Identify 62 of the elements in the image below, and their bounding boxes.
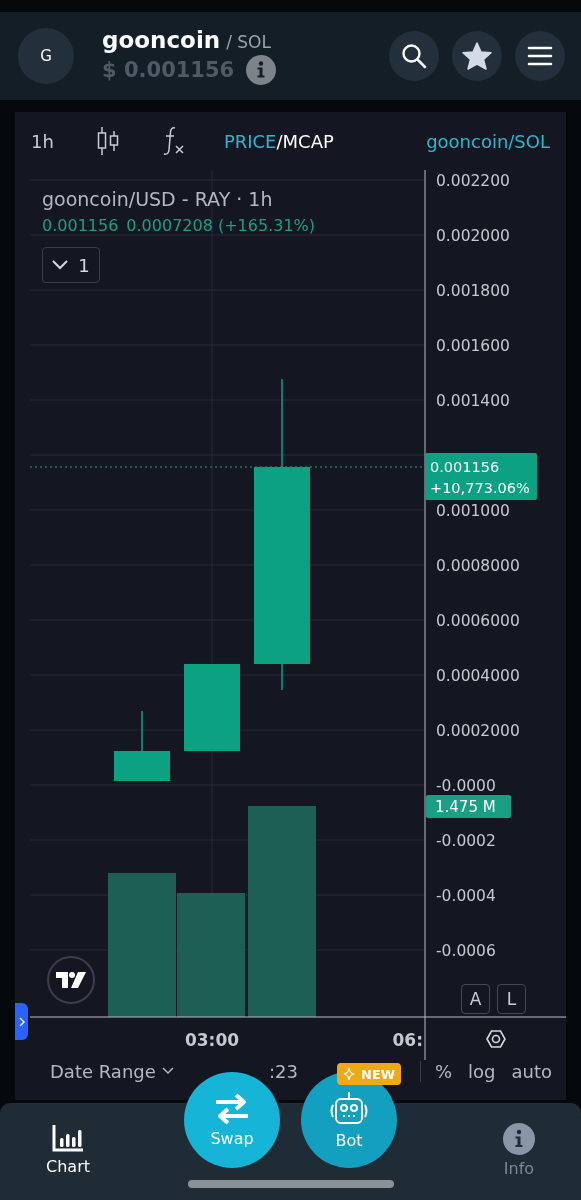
volume-label: 1.475 M xyxy=(426,795,511,818)
chevron-down-icon xyxy=(52,260,69,270)
axis-label: 0.002200 xyxy=(436,172,510,190)
time-label: 03:00 xyxy=(184,1030,240,1050)
side-toggle[interactable] xyxy=(15,1003,28,1040)
info-icon[interactable] xyxy=(246,55,277,85)
axis-label: 0.0008000 xyxy=(436,557,520,575)
robot-icon xyxy=(328,1090,370,1127)
axis-label: 0.001400 xyxy=(436,392,510,410)
mode-separator: / xyxy=(276,130,283,152)
search-icon xyxy=(401,43,427,69)
new-badge: NEW xyxy=(337,1063,402,1085)
collapse-button[interactable]: 1 xyxy=(42,247,100,283)
axis-label: 0.0002000 xyxy=(436,722,520,740)
swap-arrows-icon xyxy=(214,1092,250,1125)
scale-button[interactable]: L xyxy=(497,984,526,1014)
settings-icon[interactable] xyxy=(486,1030,506,1048)
candle xyxy=(114,710,170,782)
mode-toggle[interactable]: PRICE xyxy=(223,130,277,152)
scale-button[interactable]: A xyxy=(461,984,490,1014)
candlestick-icon[interactable] xyxy=(95,126,120,156)
chart-title: gooncoin/USD - RAY · 1h xyxy=(42,188,274,210)
scale-option[interactable]: auto xyxy=(511,1060,552,1082)
token-name: gooncoin xyxy=(102,27,221,53)
change-value: 0.0007208 (+165.31%) xyxy=(126,216,316,235)
nav-tab[interactable]: Chart xyxy=(28,1123,108,1176)
scale-option[interactable]: log xyxy=(468,1060,496,1082)
function-icon[interactable] xyxy=(161,126,186,156)
axis-label: 0.001000 xyxy=(436,502,510,520)
axis-label: 0.0006000 xyxy=(436,612,520,630)
quote-currency: / SOL xyxy=(226,32,271,52)
time-label: 06: xyxy=(392,1030,423,1050)
nav-tab[interactable]: Info xyxy=(479,1123,559,1178)
close-value: 0.001156 xyxy=(42,216,119,235)
mode-toggle[interactable]: MCAP xyxy=(282,130,334,152)
axis-label: 0.001800 xyxy=(436,282,510,300)
chevron-down-icon xyxy=(161,1067,174,1075)
logo-icon xyxy=(56,972,86,988)
search-button[interactable] xyxy=(389,31,439,81)
info-icon xyxy=(503,1123,535,1155)
menu-icon xyxy=(527,46,553,66)
date-range-dropdown[interactable]: Date Range xyxy=(50,1060,174,1082)
star-icon xyxy=(462,42,492,70)
scale-option[interactable]: % xyxy=(434,1060,453,1082)
interval-button[interactable]: 1h xyxy=(31,130,54,152)
token-price: $ 0.001156 xyxy=(102,58,235,82)
logo-button[interactable] xyxy=(47,956,95,1004)
axis-label: -0.0006 xyxy=(436,942,496,960)
axis-label: 0.001600 xyxy=(436,337,510,355)
menu-button[interactable] xyxy=(515,31,565,81)
axis-label: -0.0000 xyxy=(436,777,496,795)
price-label: 0.001156 +10,773.06% xyxy=(425,453,537,500)
favorite-button[interactable] xyxy=(452,31,502,81)
pair-button[interactable]: gooncoin/SOL xyxy=(426,130,550,152)
axis-label: 0.0004000 xyxy=(436,667,520,685)
bar-chart-icon xyxy=(51,1123,85,1153)
sparkle-icon xyxy=(343,1067,357,1081)
axis-label: 0.002000 xyxy=(436,227,510,245)
axis-label: -0.0004 xyxy=(436,887,496,905)
axis-label: -0.0002 xyxy=(436,832,496,850)
chevron-right-icon xyxy=(18,1016,25,1027)
avatar: G xyxy=(18,28,74,84)
